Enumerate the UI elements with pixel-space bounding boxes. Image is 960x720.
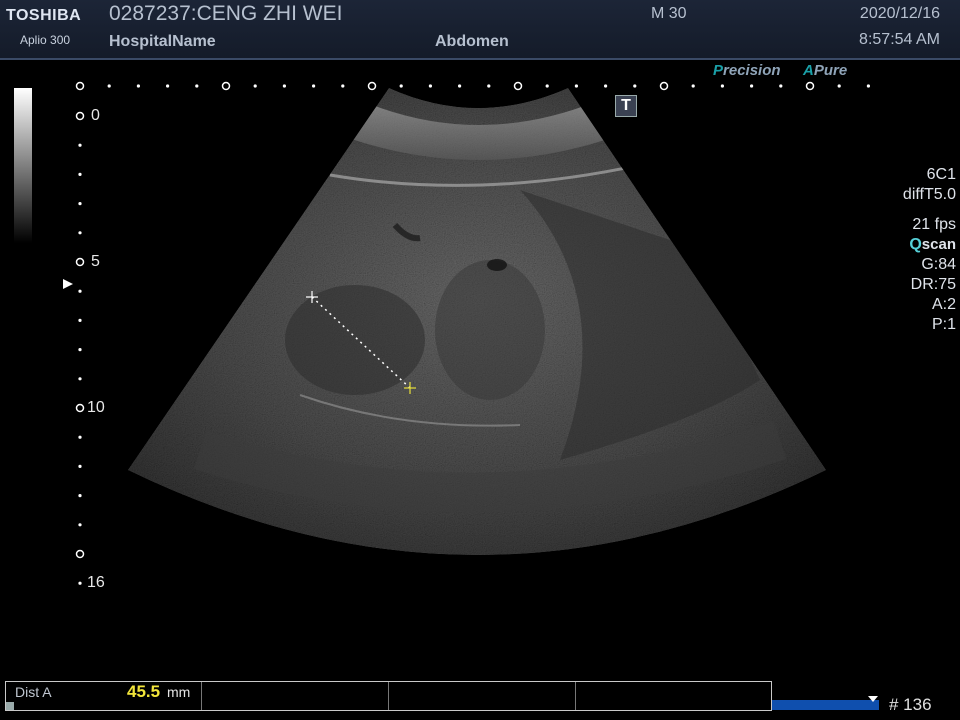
lateral-minor-tick (282, 84, 286, 88)
lateral-minor-tick (312, 84, 316, 88)
lateral-minor-tick (545, 84, 549, 88)
depth-minor-tick (78, 231, 82, 235)
measurement-cell-empty[interactable] (202, 682, 389, 710)
lateral-major-tick (221, 81, 231, 91)
imaging-parameters: 6C1 diffT5.0 21 fps Qscan G:84 DR:75 A:2… (903, 165, 956, 335)
measurement-cell[interactable]: Dist A 45.5 mm (6, 682, 202, 710)
probe-name: 6C1 (926, 166, 956, 183)
transducer-orientation-icon: T (615, 95, 637, 117)
frame-counter: # 136 (889, 695, 932, 714)
depth-major-tick (75, 111, 85, 121)
depth-minor-tick (78, 202, 82, 206)
a-value: A:2 (931, 296, 956, 313)
depth-label-10: 10 (87, 399, 105, 416)
lateral-minor-tick (750, 84, 754, 88)
lateral-major-tick (659, 81, 669, 91)
lateral-minor-tick (691, 84, 695, 88)
lateral-minor-tick (720, 84, 725, 88)
lateral-minor-tick (136, 84, 140, 88)
lateral-minor-tick (253, 84, 257, 88)
lateral-minor-tick (399, 84, 403, 88)
lateral-minor-tick (341, 84, 345, 88)
cine-position-icon[interactable] (868, 696, 878, 702)
dynamic-range-value: DR:75 (910, 276, 956, 293)
lateral-major-tick (805, 81, 815, 91)
lateral-major-tick (367, 81, 377, 91)
depth-minor-tick (78, 318, 82, 322)
qscan-label: Qscan (909, 236, 956, 253)
lateral-minor-tick (458, 84, 462, 88)
lateral-minor-tick (633, 84, 637, 88)
depth-minor-tick (78, 377, 82, 381)
depth-minor-tick (78, 289, 82, 293)
depth-minor-tick (78, 523, 82, 527)
depth-major-tick (75, 403, 85, 413)
depth-minor-tick (78, 143, 82, 147)
lateral-minor-tick (107, 84, 111, 88)
cell-marker-icon (6, 702, 14, 710)
depth-minor-tick (78, 464, 82, 468)
frame-rate: 21 fps (912, 216, 956, 233)
cine-progress-bar[interactable] (772, 700, 879, 710)
depth-scale (75, 111, 85, 585)
depth-minor-tick (78, 494, 82, 498)
measurement-panel: Dist A 45.5 mm (5, 681, 772, 711)
depth-minor-tick (78, 348, 82, 352)
depth-minor-tick (78, 581, 82, 585)
depth-major-tick (75, 549, 85, 559)
depth-major-tick (75, 257, 85, 267)
lateral-minor-tick (837, 84, 841, 88)
measurement-label: Dist A (15, 684, 52, 700)
lateral-minor-tick (779, 84, 783, 88)
depth-minor-tick (78, 435, 82, 439)
lateral-minor-tick (604, 84, 608, 88)
depth-label-5: 5 (91, 253, 100, 270)
measurement-value: 45.5 (127, 682, 161, 701)
gain-value: G:84 (921, 256, 956, 273)
measurement-unit: mm (167, 684, 191, 700)
focus-marker-icon (63, 279, 73, 289)
depth-minor-tick (78, 172, 82, 176)
lateral-scale (75, 81, 871, 91)
measurement-cell-empty[interactable] (389, 682, 576, 710)
depth-label-0: 0 (91, 107, 100, 124)
harmonic-setting: diffT5.0 (902, 186, 956, 203)
measurement-cell-empty[interactable] (576, 682, 771, 710)
lateral-major-tick (513, 81, 523, 91)
lateral-minor-tick (166, 84, 170, 88)
depth-label-16: 16 (87, 574, 105, 591)
lateral-minor-tick (574, 84, 579, 88)
lateral-minor-tick (866, 84, 871, 88)
lateral-minor-tick (487, 84, 491, 88)
lateral-minor-tick (195, 84, 199, 88)
lateral-major-tick (75, 81, 85, 91)
ultrasound-image (63, 81, 871, 585)
p-value: P:1 (931, 316, 956, 333)
lateral-minor-tick (428, 84, 432, 88)
